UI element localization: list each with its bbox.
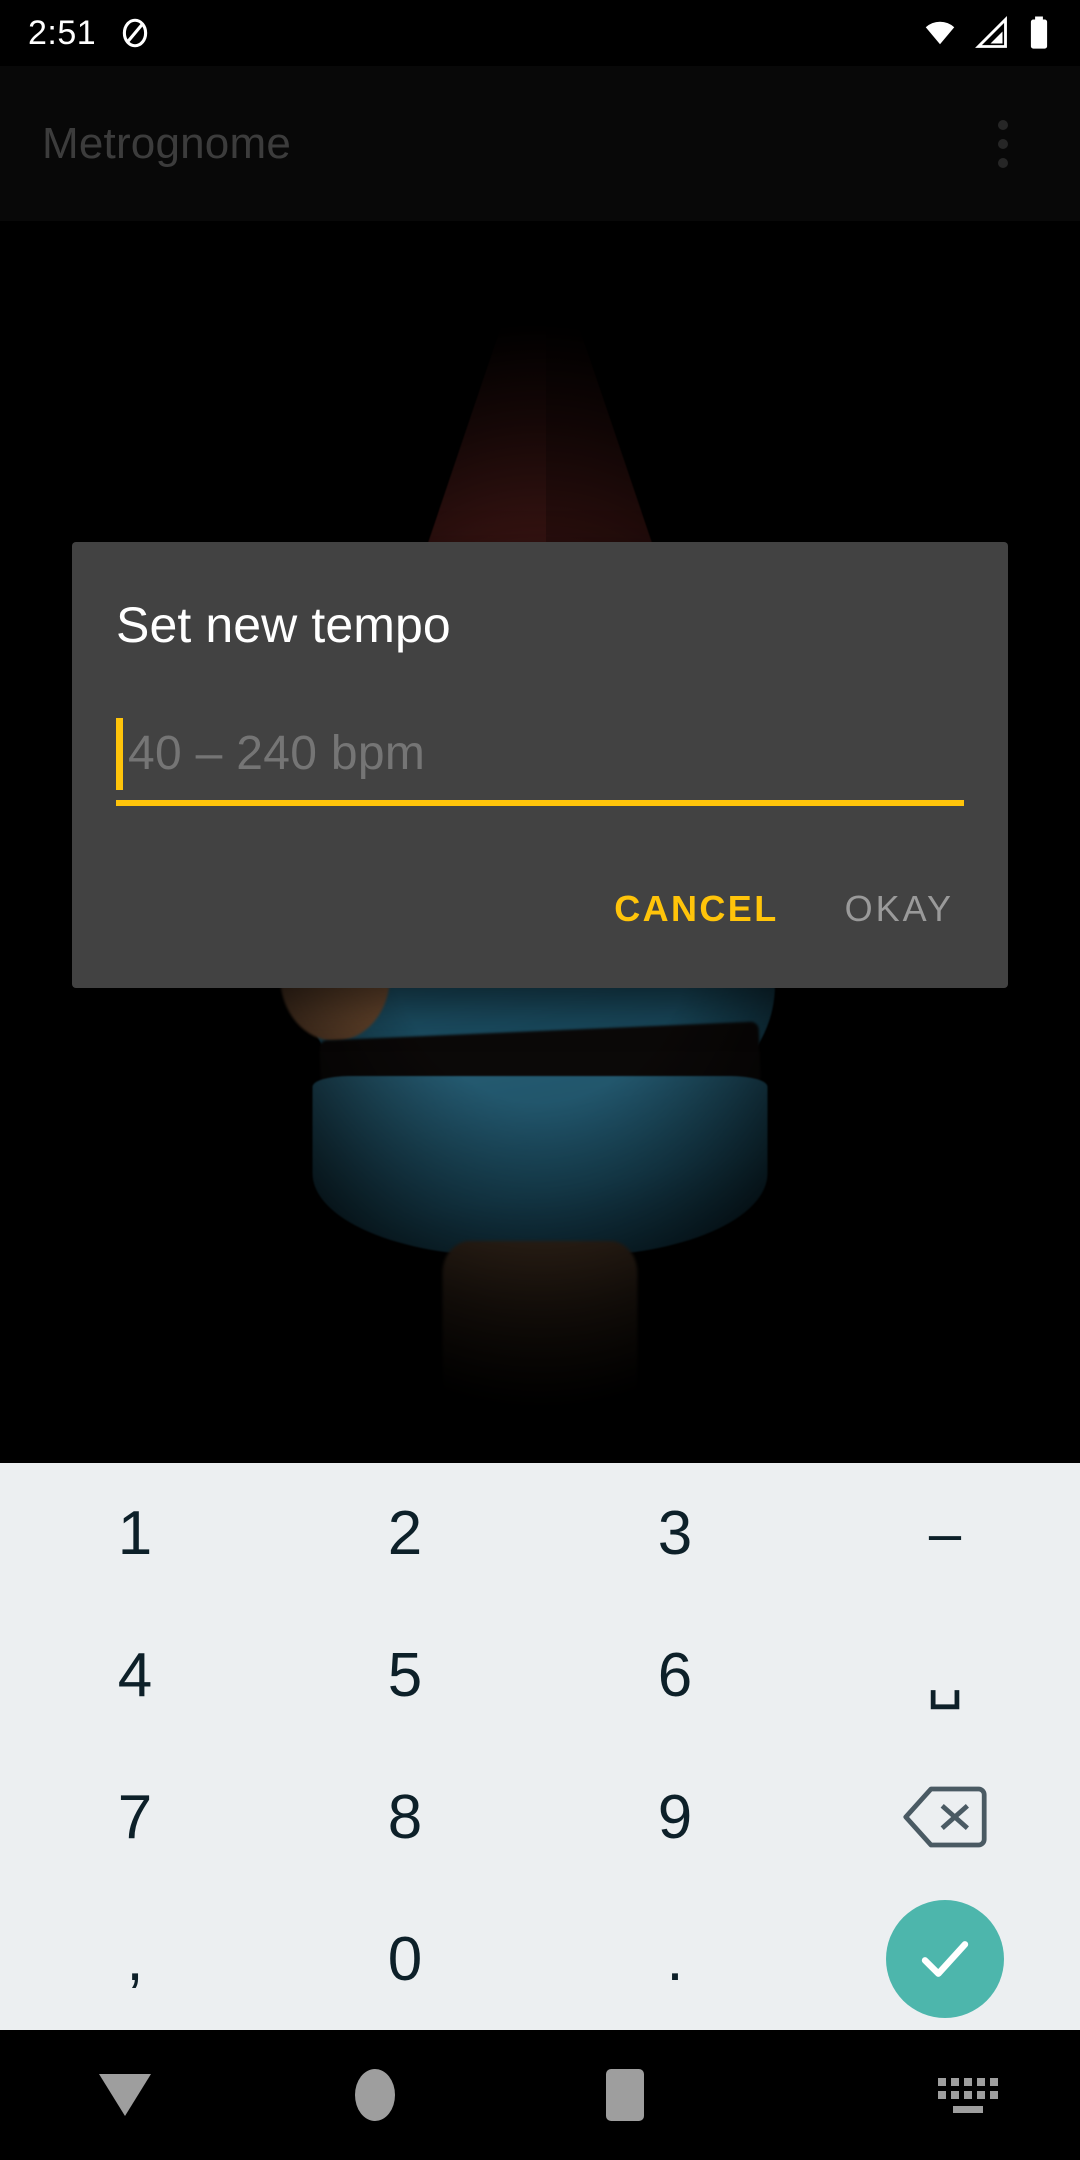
cancel-button[interactable]: CANCEL: [604, 874, 788, 944]
key-space[interactable]: ␣: [810, 1605, 1080, 1747]
android-screen: Metrognome 2:51 Set new tempo 40 – 240 b…: [0, 0, 1080, 2160]
ime-dot-row: [938, 2090, 998, 2099]
key-5[interactable]: 5: [270, 1605, 540, 1747]
key-0[interactable]: 0: [270, 1888, 540, 2030]
key-dash[interactable]: –: [810, 1463, 1080, 1605]
key-period[interactable]: .: [540, 1888, 810, 2030]
status-clock: 2:51: [28, 13, 97, 52]
status-notification-icons: [118, 16, 152, 50]
key-2[interactable]: 2: [270, 1463, 540, 1605]
tempo-input-field[interactable]: [116, 710, 964, 806]
chevron-down-icon: [99, 2074, 151, 2116]
tempo-input-underline: [116, 800, 964, 806]
navigation-bar: [0, 2030, 1080, 2160]
key-1[interactable]: 1: [0, 1463, 270, 1605]
tempo-input[interactable]: [128, 710, 948, 798]
dialog-title: Set new tempo: [116, 597, 451, 653]
battery-icon: [1030, 16, 1048, 49]
key-7[interactable]: 7: [0, 1747, 270, 1889]
status-system-icons: [922, 15, 1052, 51]
nav-back-button[interactable]: [0, 2030, 250, 2160]
key-enter[interactable]: [886, 1900, 1004, 2019]
home-circle-icon: [355, 2069, 395, 2121]
dnd-icon: [123, 18, 148, 48]
ime-spacebar-icon: [953, 2105, 983, 2113]
key-enter-cell: [810, 1888, 1080, 2030]
set-tempo-dialog: Set new tempo CANCEL OKAY: [72, 542, 1008, 988]
nav-recents-button[interactable]: [500, 2030, 750, 2160]
cell-signal-icon: [975, 16, 1007, 48]
backspace-icon: [903, 1786, 987, 1848]
dialog-actions: CANCEL OKAY: [604, 874, 964, 944]
ime-switcher-button[interactable]: [878, 2030, 1058, 2160]
numeric-keyboard: 1 2 3 – 4 5 6 ␣ 7 8 9 , 0 .: [0, 1463, 1080, 2030]
keyboard-switcher-icon: [938, 2077, 998, 2113]
wifi-icon: [925, 21, 955, 45]
ime-dot-row: [938, 2077, 998, 2086]
key-8[interactable]: 8: [270, 1747, 540, 1889]
nav-home-button[interactable]: [250, 2030, 500, 2160]
key-comma[interactable]: ,: [0, 1888, 270, 2030]
okay-button[interactable]: OKAY: [835, 874, 964, 944]
key-3[interactable]: 3: [540, 1463, 810, 1605]
key-4[interactable]: 4: [0, 1605, 270, 1747]
check-icon: [921, 1941, 969, 1977]
key-9[interactable]: 9: [540, 1747, 810, 1889]
text-cursor: [116, 718, 123, 790]
key-6[interactable]: 6: [540, 1605, 810, 1747]
key-backspace[interactable]: [810, 1747, 1080, 1889]
recents-square-icon: [606, 2069, 644, 2121]
status-bar: 2:51: [0, 0, 1080, 66]
